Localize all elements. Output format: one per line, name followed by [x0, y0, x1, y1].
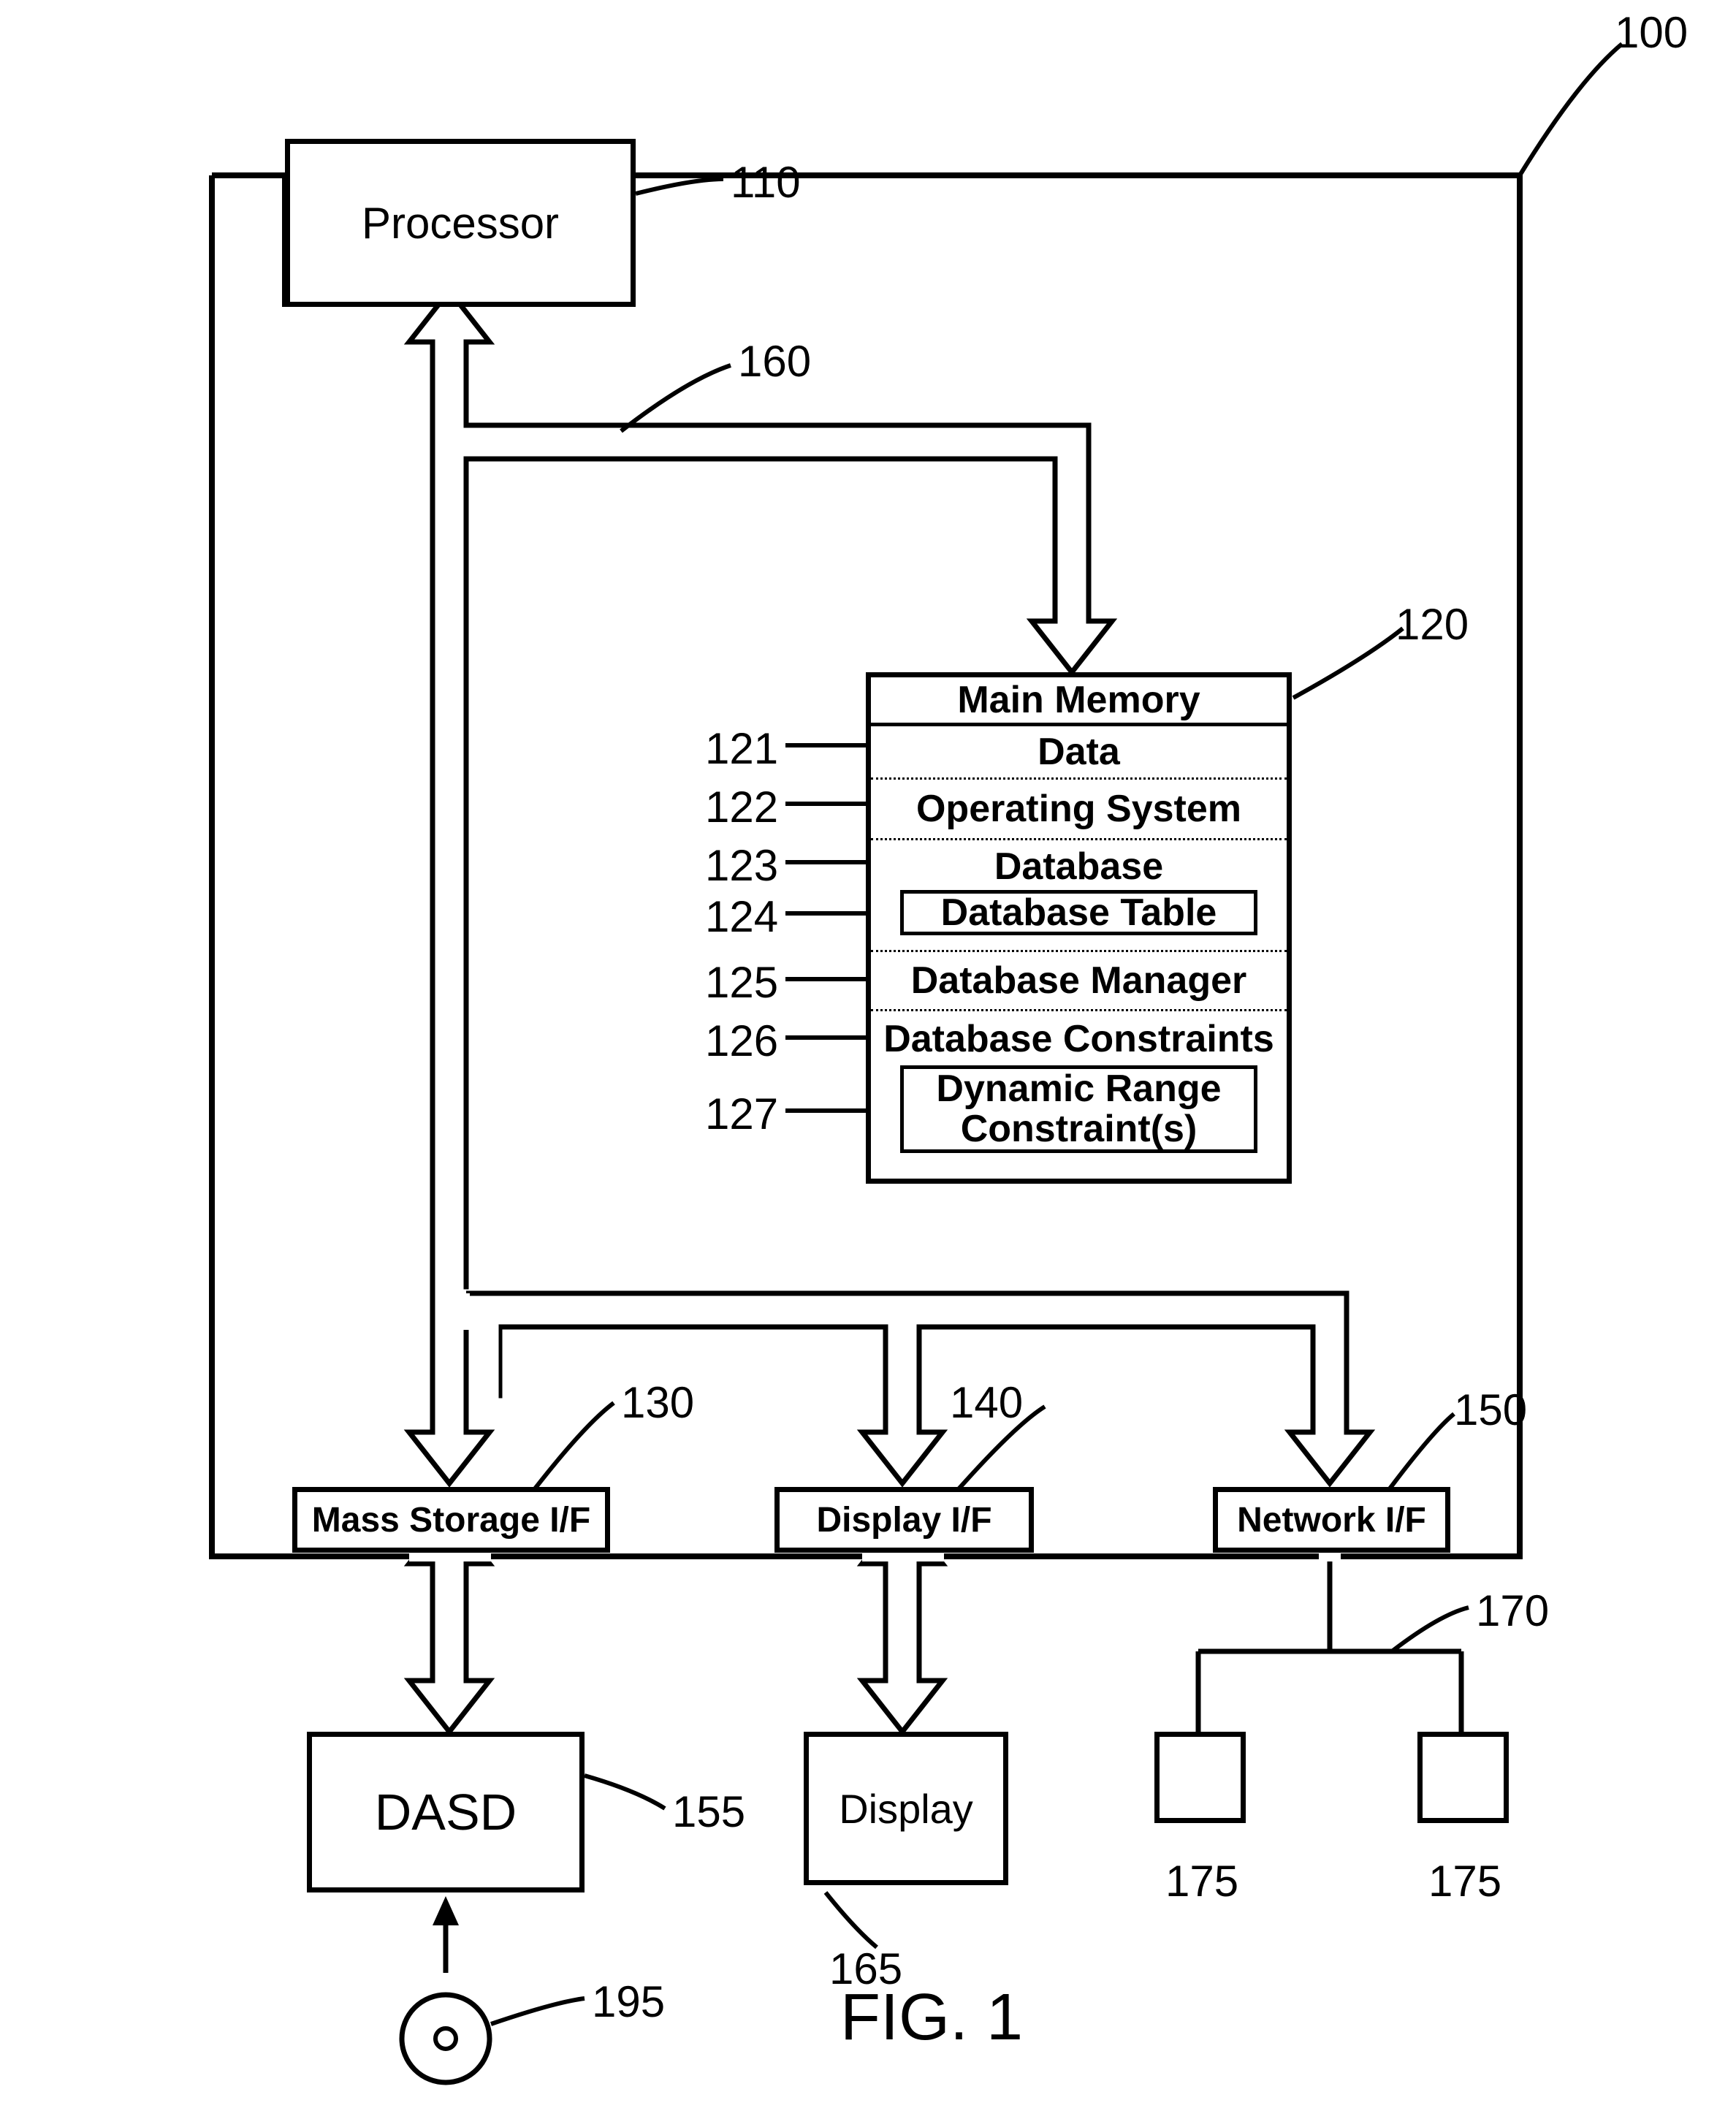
ref-130: 130: [621, 1377, 694, 1428]
figure-caption: FIG. 1: [840, 1980, 1023, 2055]
ref-123: 123: [705, 840, 778, 891]
ref-122: 122: [705, 782, 778, 832]
ref-100: 100: [1615, 7, 1688, 58]
processor-box: Processor: [285, 139, 636, 307]
network-node-b: [1417, 1732, 1509, 1823]
display-if-box: Display I/F: [774, 1487, 1034, 1553]
ref-155: 155: [672, 1787, 745, 1837]
mem-row-db-table: Database Table: [900, 890, 1257, 935]
mem-row-database-label: Database: [871, 845, 1287, 889]
mass-storage-if-box: Mass Storage I/F: [292, 1487, 610, 1553]
mem-row-db-manager: Database Manager: [871, 952, 1287, 1011]
mem-row-os: Operating System: [871, 780, 1287, 840]
mem-row-dyn-range: Dynamic Range Constraint(s): [900, 1065, 1257, 1153]
main-memory-title: Main Memory: [871, 677, 1287, 726]
figure-stage: 100 Processor 110 160 Main Memory Data O…: [0, 0, 1736, 2119]
network-if-box: Network I/F: [1213, 1487, 1450, 1553]
mem-row-db-constraints-label: Database Constraints: [871, 1017, 1287, 1061]
ref-170: 170: [1476, 1586, 1549, 1636]
ref-127: 127: [705, 1089, 778, 1139]
dasd-box: DASD: [307, 1732, 585, 1892]
ref-125: 125: [705, 957, 778, 1008]
processor-label: Processor: [362, 198, 559, 248]
ref-140: 140: [950, 1377, 1023, 1428]
main-memory-box: Main Memory Data Operating System Databa…: [866, 672, 1292, 1184]
ref-110: 110: [731, 157, 801, 208]
ref-124: 124: [705, 891, 778, 942]
ref-160: 160: [738, 336, 811, 387]
mem-row-data: Data: [871, 726, 1287, 780]
ref-150: 150: [1454, 1385, 1527, 1435]
ref-120: 120: [1396, 599, 1469, 650]
ref-195: 195: [592, 1977, 665, 2027]
ref-121: 121: [705, 723, 778, 774]
display-box: Display: [804, 1732, 1008, 1885]
network-node-a: [1154, 1732, 1246, 1823]
mem-row-database: Database Database Table: [871, 840, 1287, 952]
ref-126: 126: [705, 1016, 778, 1066]
ref-175b: 175: [1428, 1856, 1501, 1906]
mem-row-db-constraints: Database Constraints Dynamic Range Const…: [871, 1011, 1287, 1179]
ref-175a: 175: [1165, 1856, 1238, 1906]
